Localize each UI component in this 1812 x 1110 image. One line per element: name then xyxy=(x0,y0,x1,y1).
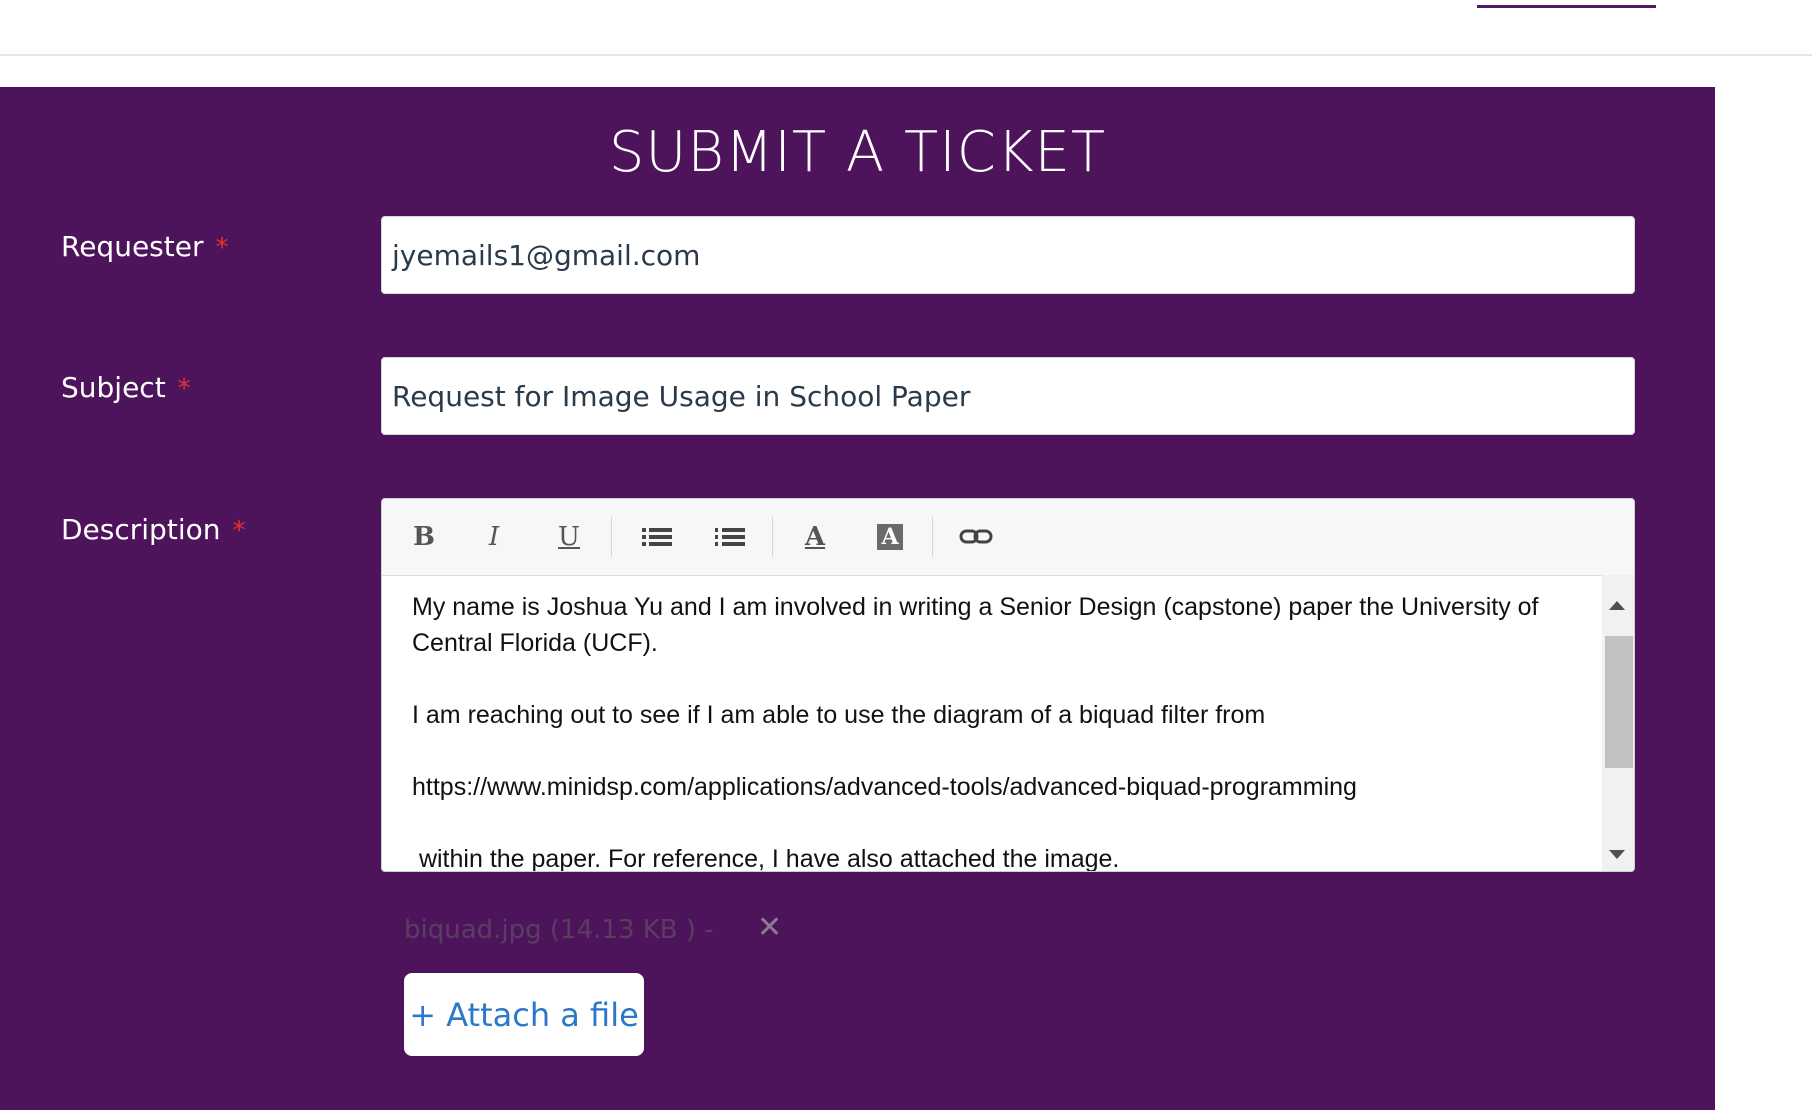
top-navigation-bar xyxy=(0,0,1812,56)
link-icon[interactable] xyxy=(956,517,996,557)
toolbar-divider xyxy=(611,517,612,557)
link-glyph xyxy=(959,529,993,544)
numbered-list-icon[interactable] xyxy=(710,517,750,557)
toolbar-divider xyxy=(772,517,773,557)
page-title: SUBMIT A TICKET xyxy=(608,120,1107,185)
requester-value: jyemails1@gmail.com xyxy=(392,238,701,272)
description-paragraph xyxy=(412,733,1582,769)
text-color-icon[interactable]: A xyxy=(795,517,835,557)
scrollbar-thumb[interactable] xyxy=(1605,636,1633,768)
description-paragraph xyxy=(412,661,1582,697)
scroll-down-arrow-icon[interactable] xyxy=(1609,850,1625,859)
description-paragraph xyxy=(412,805,1582,841)
subject-input[interactable]: Request for Image Usage in School Paper xyxy=(381,357,1635,435)
subject-value: Request for Image Usage in School Paper xyxy=(392,379,971,413)
background-color-glyph: A xyxy=(877,524,903,550)
requester-input[interactable]: jyemails1@gmail.com xyxy=(381,216,1635,294)
description-paragraph: within the paper. For reference, I have … xyxy=(412,845,1120,872)
italic-icon[interactable]: I xyxy=(474,517,514,557)
background-color-icon[interactable]: A xyxy=(870,517,910,557)
attach-file-button[interactable]: + Attach a file xyxy=(404,973,644,1056)
required-marker: * xyxy=(232,516,246,546)
bullet-list-glyph xyxy=(642,528,672,546)
active-tab-indicator xyxy=(1477,5,1656,8)
description-content[interactable]: My name is Joshua Yu and I am involved i… xyxy=(412,589,1582,872)
requester-label: Requester * xyxy=(61,230,228,263)
description-label-text: Description xyxy=(61,513,221,546)
requester-label-text: Requester xyxy=(61,230,204,263)
description-scrollbar[interactable] xyxy=(1602,575,1634,871)
bullet-list-icon[interactable] xyxy=(637,517,677,557)
toolbar-divider xyxy=(932,517,933,557)
required-marker: * xyxy=(215,233,229,263)
subject-label-text: Subject xyxy=(61,371,166,404)
description-paragraph: https://www.minidsp.com/applications/adv… xyxy=(412,773,1357,801)
description-editor[interactable]: B I U A A My name is Joshua Yu and I am … xyxy=(381,498,1635,872)
description-label: Description * xyxy=(61,513,245,546)
editor-toolbar: B I U A A xyxy=(382,499,1634,576)
description-paragraph: My name is Joshua Yu and I am involved i… xyxy=(412,593,1546,657)
subject-label: Subject * xyxy=(61,371,191,404)
close-icon[interactable]: ✕ xyxy=(757,910,782,945)
numbered-list-glyph xyxy=(715,528,745,546)
attachment-name: biquad.jpg (14.13 KB ) - xyxy=(404,915,714,945)
required-marker: * xyxy=(177,374,191,404)
bold-icon[interactable]: B xyxy=(404,517,444,557)
scroll-up-arrow-icon[interactable] xyxy=(1609,601,1625,610)
underline-icon[interactable]: U xyxy=(549,517,589,557)
description-paragraph: I am reaching out to see if I am able to… xyxy=(412,701,1266,729)
